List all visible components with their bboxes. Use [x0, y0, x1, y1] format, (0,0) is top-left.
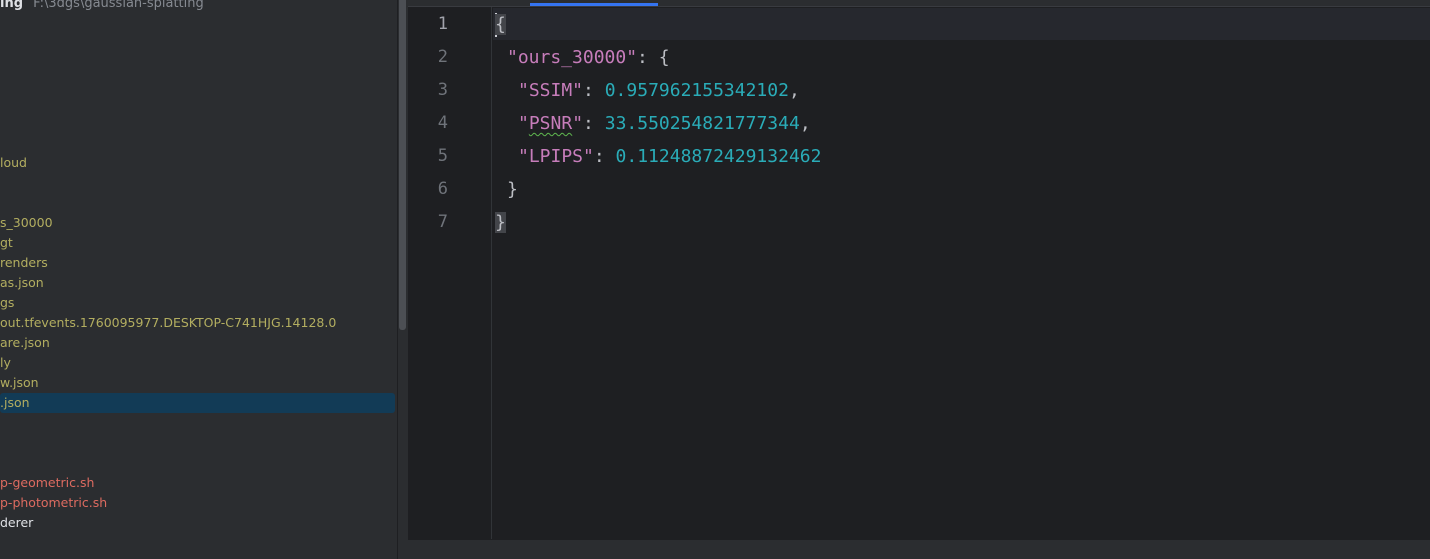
json-number: 0.11248872429132462: [615, 146, 822, 167]
tree-item-file[interactable]: as.json: [0, 273, 395, 293]
sidebar-scrollbar-thumb[interactable]: [399, 0, 406, 330]
tree-item-label: s_30000: [0, 215, 53, 230]
line-number: 2: [437, 47, 448, 67]
code-line[interactable]: "PSNR": 33.550254821777344,: [518, 107, 811, 140]
tree-item-folder[interactable]: derer: [0, 513, 395, 533]
tree-item-label: derer: [0, 515, 34, 530]
json-punctuation: :: [593, 146, 616, 167]
tree-item-label: out.tfevents.1760095977.DESKTOP-C741HJG.…: [0, 315, 337, 330]
json-punctuation: ,: [799, 113, 811, 134]
line-number: 6: [437, 179, 448, 199]
tree-item-label: p-photometric.sh: [0, 495, 108, 510]
tree-item-folder[interactable]: gs: [0, 293, 395, 313]
current-line-highlight: [493, 8, 1430, 40]
json-number: 33.550254821777344: [604, 113, 800, 134]
editor-bottom-bar: [408, 539, 1430, 559]
active-tab-indicator: [530, 3, 658, 6]
tree-item-label: p-geometric.sh: [0, 475, 95, 490]
tree-item-label: renders: [0, 255, 48, 270]
tree-item-label: w.json: [0, 375, 39, 390]
json-punctuation: :: [583, 113, 605, 134]
json-punctuation: ,: [788, 80, 800, 101]
json-key-quote: ": [518, 113, 529, 134]
tree-item-label: are.json: [0, 335, 50, 350]
json-punctuation: :: [583, 80, 605, 101]
tree-item-file[interactable]: w.json: [0, 373, 395, 393]
project-name: ing: [0, 0, 24, 11]
code-line[interactable]: "SSIM": 0.957962155342102,: [518, 74, 800, 107]
tree-item-label: .json: [0, 395, 30, 410]
json-punctuation: : {: [637, 47, 670, 68]
code-line[interactable]: }: [495, 206, 506, 239]
tree-item-folder[interactable]: gt: [0, 233, 395, 253]
code-line[interactable]: "LPIPS": 0.11248872429132462: [518, 140, 821, 173]
tree-item-file[interactable]: ly: [0, 353, 395, 373]
line-number: 7: [437, 212, 448, 232]
tree-item-label: loud: [0, 155, 27, 170]
code-line[interactable]: {: [495, 8, 506, 41]
code-line[interactable]: }: [507, 173, 518, 206]
json-number: 0.957962155342102: [604, 80, 789, 101]
project-root-row[interactable]: ing F:\3dgs\gaussian-splatting: [0, 0, 204, 14]
line-number: 4: [437, 113, 448, 133]
tree-item-folder[interactable]: s_30000: [0, 213, 395, 233]
editor-tab-bar[interactable]: [408, 0, 1430, 7]
tree-item-folder[interactable]: renders: [0, 253, 395, 273]
line-number: 3: [437, 80, 448, 100]
json-punctuation: }: [507, 179, 518, 200]
line-number-gutter[interactable]: 1 2 3 4 5 6 7: [408, 7, 492, 539]
tree-item-shell-script[interactable]: p-photometric.sh: [0, 493, 395, 513]
json-key-quote: ": [572, 113, 584, 134]
tree-item-label: gt: [0, 235, 13, 250]
code-line[interactable]: "ours_30000": {: [507, 41, 670, 74]
tree-item-label: as.json: [0, 275, 44, 290]
tree-item-folder[interactable]: loud: [0, 153, 395, 173]
json-key: "ours_30000": [507, 47, 638, 68]
tree-item-shell-script[interactable]: p-geometric.sh: [0, 473, 395, 493]
line-number: 1: [437, 14, 448, 34]
json-key: "LPIPS": [518, 146, 594, 167]
tree-item-label: ly: [0, 355, 11, 370]
tree-item-file[interactable]: are.json: [0, 333, 395, 353]
project-tree-panel[interactable]: ing F:\3dgs\gaussian-splatting loud s_30…: [0, 0, 398, 559]
code-editor[interactable]: 1 2 3 4 5 6 7 { "ours_30000": { "SSIM": …: [408, 0, 1430, 559]
json-key-typo-warning: PSNR: [528, 113, 573, 134]
tree-item-label: gs: [0, 295, 15, 310]
line-number: 5: [437, 146, 448, 166]
matched-brace: }: [495, 212, 506, 233]
ide-window: ing F:\3dgs\gaussian-splatting loud s_30…: [0, 0, 1430, 559]
matched-brace: {: [495, 14, 506, 35]
json-key: "SSIM": [518, 80, 584, 101]
tree-item-file[interactable]: out.tfevents.1760095977.DESKTOP-C741HJG.…: [0, 313, 395, 333]
project-path: F:\3dgs\gaussian-splatting: [33, 0, 204, 11]
tree-item-selected-file[interactable]: .json: [0, 393, 395, 413]
